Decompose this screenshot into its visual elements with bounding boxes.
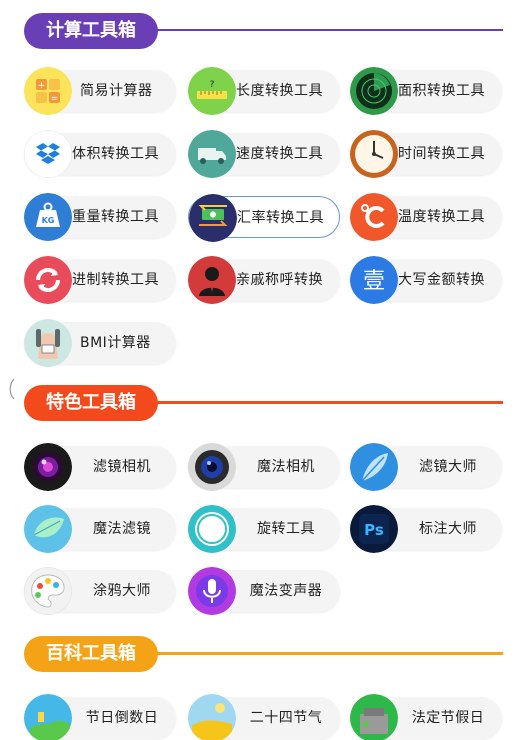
section-header-featured: 特色工具箱: [24, 385, 503, 421]
tool-label: 旋转工具: [257, 521, 315, 537]
leaf-icon: [24, 505, 72, 553]
tool-filter-master[interactable]: 滤镜大师: [350, 443, 502, 491]
tool-label: 长度转换工具: [236, 83, 323, 99]
tool-magic-camera[interactable]: 魔法相机: [188, 443, 340, 491]
tool-magic-filter[interactable]: 魔法滤镜: [24, 505, 176, 553]
weight-icon: KG: [24, 193, 72, 241]
camera-lens-blue-icon: [188, 443, 236, 491]
tool-label: 涂鸦大师: [93, 583, 151, 599]
section-divider: [144, 29, 503, 31]
svg-text:壹: 壹: [363, 269, 385, 294]
tool-volume-converter[interactable]: 体积转换工具: [24, 130, 176, 178]
tool-label: 魔法相机: [257, 459, 315, 475]
holiday-icon: [350, 694, 398, 740]
tool-label: 温度转换工具: [398, 209, 485, 225]
tool-label: BMI计算器: [80, 335, 151, 351]
section-title: 百科工具箱: [24, 636, 158, 672]
tool-label: 二十四节气: [249, 710, 323, 726]
tool-simple-calculator[interactable]: + = 简易计算器: [24, 67, 176, 115]
section-title: 计算工具箱: [24, 13, 158, 49]
tool-label: 进制转换工具: [72, 272, 159, 288]
celsius-icon: [350, 193, 398, 241]
tool-bmi-calculator[interactable]: BMI计算器: [24, 319, 176, 367]
radar-icon: [350, 67, 398, 115]
tool-label: 简易计算器: [80, 83, 153, 99]
person-icon: [188, 256, 236, 304]
svg-text:?: ?: [210, 80, 215, 90]
photoshop-icon: Ps: [350, 505, 398, 553]
svg-text:KG: KG: [42, 216, 55, 225]
tool-festival-countdown[interactable]: 节日倒数日: [24, 694, 176, 740]
tool-label: 大写金额转换: [398, 272, 485, 288]
svg-text:=: =: [51, 94, 59, 104]
tool-legal-holidays[interactable]: 法定节假日: [350, 694, 502, 740]
tool-temperature-converter[interactable]: 温度转换工具: [350, 193, 502, 241]
section-header-encyclopedia: 百科工具箱: [24, 636, 503, 672]
rotate-ring-icon: [188, 505, 236, 553]
tool-speed-converter[interactable]: 速度转换工具: [188, 130, 340, 178]
tool-rotate[interactable]: 旋转工具: [188, 505, 340, 553]
exchange-icon: [189, 194, 237, 242]
tool-label: 节日倒数日: [85, 710, 159, 726]
tool-label: 标注大师: [419, 521, 477, 537]
tool-weight-converter[interactable]: KG 重量转换工具: [24, 193, 176, 241]
tool-filter-camera[interactable]: 滤镜相机: [24, 443, 176, 491]
tool-label: 亲戚称呼转换: [236, 272, 323, 288]
section-divider: [144, 652, 503, 655]
tool-doodle-master[interactable]: 涂鸦大师: [24, 567, 176, 615]
camera-lens-icon: [24, 443, 72, 491]
scroll-edge-mark: [9, 378, 15, 400]
palette-icon: [24, 567, 72, 615]
tool-label: 重量转换工具: [72, 209, 159, 225]
tool-area-converter[interactable]: 面积转换工具: [350, 67, 502, 115]
cycle-icon: [24, 256, 72, 304]
tool-label: 滤镜相机: [93, 459, 151, 475]
tool-label: 魔法变声器: [249, 583, 323, 599]
tool-time-converter[interactable]: 时间转换工具: [350, 130, 502, 178]
calculator-icon: + =: [24, 67, 72, 115]
tool-label: 汇率转换工具: [237, 210, 324, 226]
tool-currency-converter[interactable]: 汇率转换工具: [188, 194, 340, 242]
tool-relative-title-converter[interactable]: 亲戚称呼转换: [188, 256, 340, 304]
tool-solar-terms[interactable]: 二十四节气: [188, 694, 340, 740]
body-scale-icon: [24, 319, 72, 367]
section-divider: [144, 401, 503, 404]
tool-label: 法定节假日: [411, 710, 485, 726]
tool-base-converter[interactable]: 进制转换工具: [24, 256, 176, 304]
truck-icon: [188, 130, 236, 178]
solar-term-icon: [188, 694, 236, 740]
tool-label: 体积转换工具: [72, 146, 159, 162]
festival-icon: [24, 694, 72, 740]
chinese-numeral-icon: 壹: [350, 256, 398, 304]
clock-icon: [350, 130, 398, 178]
tool-label: 魔法滤镜: [93, 521, 151, 537]
tool-uppercase-amount-converter[interactable]: 壹 大写金额转换: [350, 256, 502, 304]
tool-length-converter[interactable]: ? 长度转换工具: [188, 67, 340, 115]
section-header-calc: 计算工具箱: [24, 13, 503, 49]
microphone-icon: [188, 567, 236, 615]
svg-text:Ps: Ps: [364, 521, 384, 539]
svg-text:+: +: [38, 81, 46, 91]
tool-magic-voice-changer[interactable]: 魔法变声器: [188, 567, 340, 615]
tool-label: 时间转换工具: [398, 146, 485, 162]
feather-icon: [350, 443, 398, 491]
section-title: 特色工具箱: [24, 385, 158, 421]
ruler-icon: ?: [188, 67, 236, 115]
tool-annotation-master[interactable]: Ps 标注大师: [350, 505, 502, 553]
tool-label: 滤镜大师: [419, 459, 477, 475]
tool-label: 速度转换工具: [236, 146, 323, 162]
box-icon: [24, 130, 72, 178]
tool-label: 面积转换工具: [398, 83, 485, 99]
